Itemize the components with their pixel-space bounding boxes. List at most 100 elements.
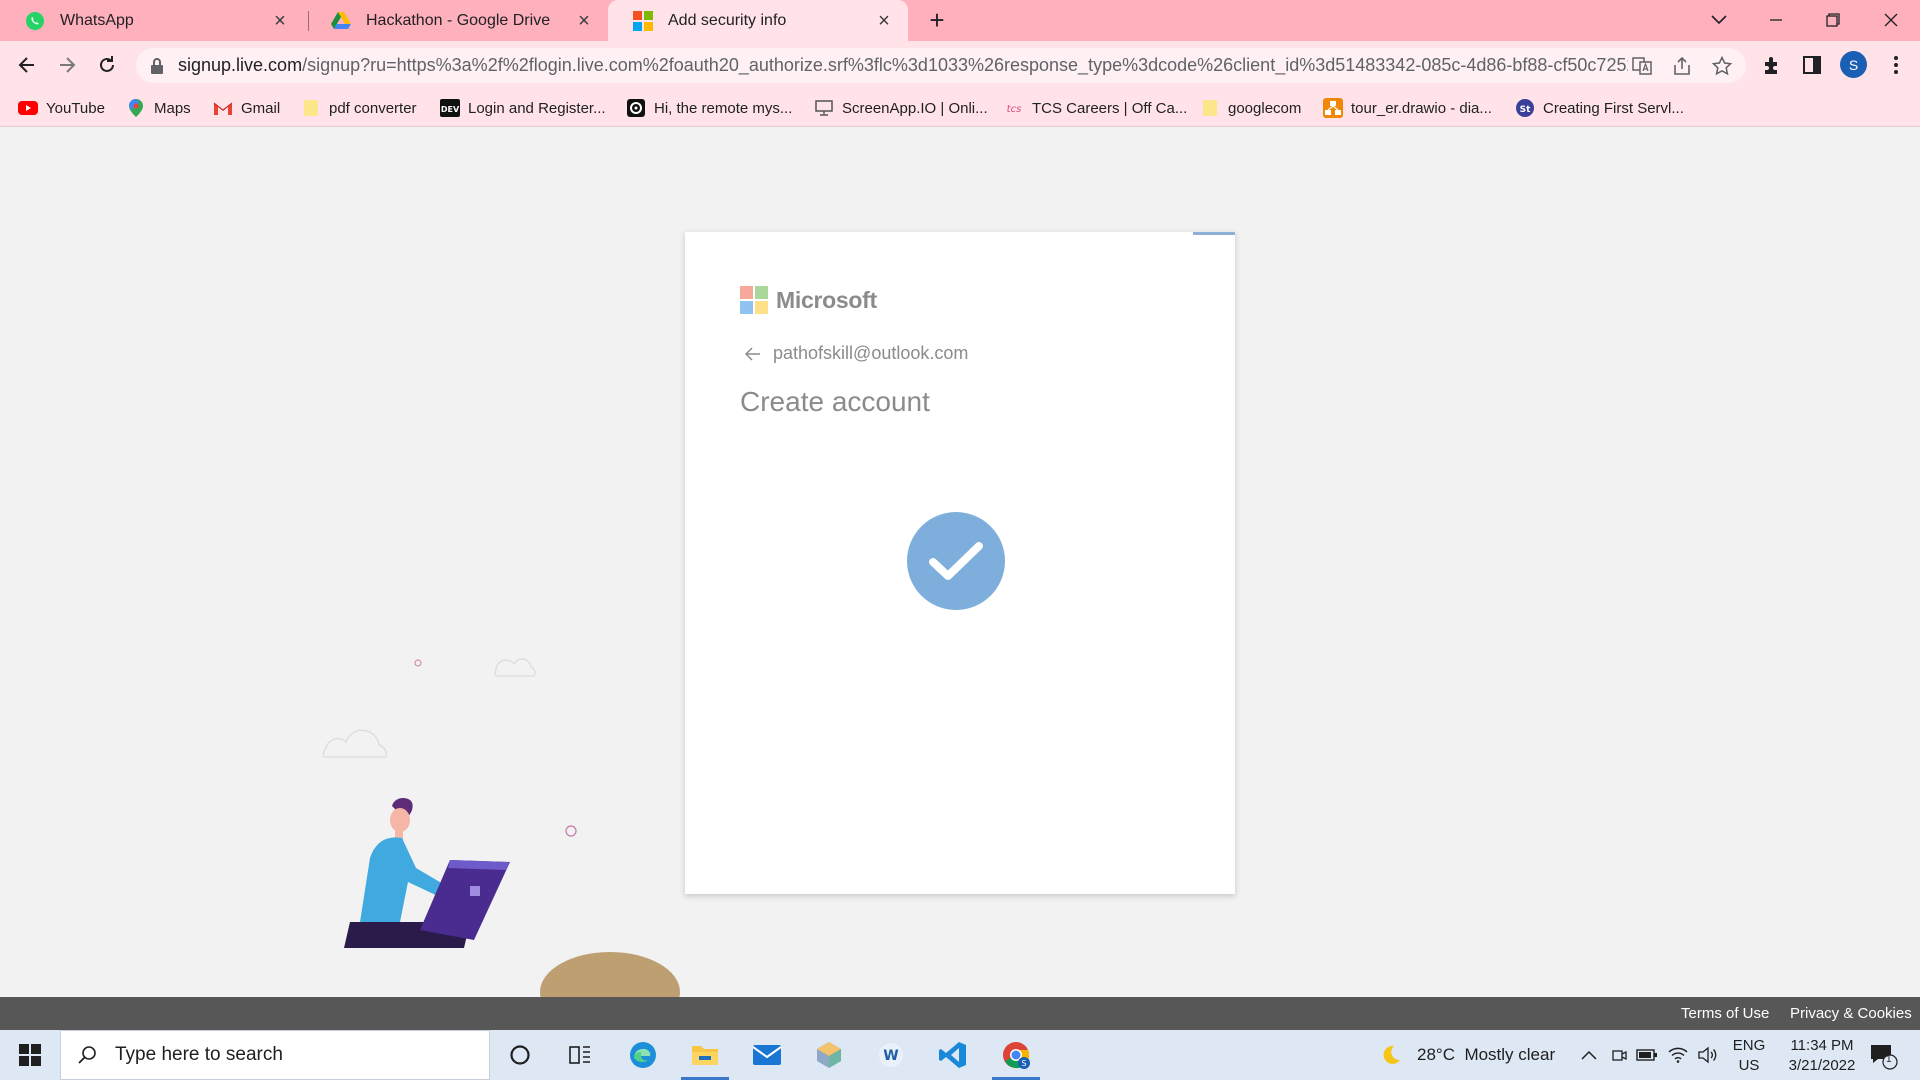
share-icon[interactable] [1672,56,1692,76]
translate-icon[interactable] [1632,56,1652,76]
browser-toolbar: signup.live.com/signup?ru=https%3a%2f%2f… [0,41,1920,89]
st-icon: St [1515,98,1535,118]
close-window-icon[interactable] [1875,4,1907,36]
folder-icon [301,98,321,118]
notifications-icon[interactable]: 1 [1868,1042,1898,1070]
svg-text:W: W [883,1048,898,1064]
moon-weather-icon[interactable] [1380,1044,1402,1066]
url-host: signup.live.com [178,55,303,75]
bookmark-drawio[interactable]: tour_er.drawio - dia... [1323,97,1492,119]
reload-icon[interactable] [91,49,123,81]
tab-title: Hackathon - Google Drive [366,11,551,29]
new-tab-button[interactable]: + [922,6,952,36]
tab-strip: WhatsApp × Hackathon - Google Drive × Ad… [0,0,1920,41]
folder-icon [1200,98,1220,118]
bookmark-gmail[interactable]: Gmail [213,97,280,119]
bookmark-label: pdf converter [329,99,417,117]
cortana-icon[interactable] [490,1030,550,1080]
bookmark-login-register[interactable]: DEV Login and Register... [440,97,606,119]
close-icon[interactable]: × [874,11,894,31]
chrome-icon[interactable]: S [986,1030,1046,1080]
terms-of-use-link[interactable]: Terms of Use [1681,1005,1769,1022]
whatsapp-icon [24,10,46,32]
bookmark-label: Login and Register... [468,99,606,117]
brand-name: Microsoft [776,286,877,313]
taskbar-search-box[interactable]: Type here to search [60,1030,490,1080]
google-drive-icon [330,10,352,32]
checkmark-icon [907,512,1005,610]
bookmark-pdf-converter[interactable]: pdf converter [301,97,417,119]
chevron-up-icon[interactable] [1578,1044,1600,1066]
bookmark-star-icon[interactable] [1712,56,1732,76]
privacy-cookies-link[interactable]: Privacy & Cookies [1790,1005,1912,1022]
bookmark-label: TCS Careers | Off Ca... [1032,99,1188,117]
bookmark-maps[interactable]: Maps [126,97,191,119]
windows-start-icon[interactable] [0,1030,60,1080]
region-code: US [1738,1057,1760,1074]
restore-icon[interactable] [1817,4,1849,36]
svg-text:S: S [1021,1059,1026,1068]
bookmark-screenapp[interactable]: ScreenApp.IO | Onli... [814,97,988,119]
search-placeholder: Type here to search [115,1044,283,1065]
mail-icon[interactable] [737,1030,797,1080]
weather-temp: 28°C [1417,1045,1455,1064]
cloud-icon [494,658,536,677]
tab-whatsapp[interactable]: WhatsApp × [0,0,304,41]
bookmark-servlet[interactable]: St Creating First Servl... [1515,97,1684,119]
microsoft-icon [740,286,768,314]
minimize-icon[interactable] [1760,4,1792,36]
background-illustration [322,658,680,998]
menu-icon[interactable] [1884,53,1908,77]
weather-widget[interactable]: 28°C Mostly clear [1417,1030,1555,1080]
arrow-left-icon[interactable] [745,345,763,363]
back-icon[interactable] [11,49,43,81]
meet-icon[interactable] [1608,1044,1630,1066]
tcs-icon: tcs [1004,98,1024,118]
address-bar[interactable]: signup.live.com/signup?ru=https%3a%2f%2f… [136,48,1746,83]
bookmarks-bar: YouTube Maps Gmail pdf converter DEV Log… [0,89,1920,127]
bookmark-remote-mystery[interactable]: Hi, the remote mys... [626,97,792,119]
edge-icon[interactable] [613,1030,673,1080]
bookmark-youtube[interactable]: YouTube [18,97,105,119]
bookmark-tcs-careers[interactable]: tcs TCS Careers | Off Ca... [1004,97,1188,119]
language-indicator[interactable]: ENG US [1732,1036,1766,1076]
tab-google-drive[interactable]: Hackathon - Google Drive × [306,0,608,41]
microsoft-icon [632,10,654,32]
volume-icon[interactable] [1697,1044,1719,1066]
bookmark-googlecom[interactable]: googlecom [1200,97,1301,119]
app-cube-icon[interactable] [799,1030,859,1080]
tab-search-icon[interactable] [1703,4,1735,36]
bookmark-label: Hi, the remote mys... [654,99,793,117]
svg-text:DEV: DEV [441,105,460,114]
file-explorer-icon[interactable] [675,1030,735,1080]
lock-icon[interactable] [150,57,166,75]
svg-text:tcs: tcs [1007,104,1022,115]
task-view-icon[interactable] [550,1030,610,1080]
bookmark-label: Creating First Servl... [1543,99,1684,117]
close-icon[interactable]: × [574,11,594,31]
svg-text:St: St [1520,105,1531,115]
wifi-icon[interactable] [1667,1044,1689,1066]
decor-dot [565,825,577,837]
vscode-icon[interactable] [923,1030,983,1080]
extensions-icon[interactable] [1760,53,1784,77]
page-title: Create account [740,386,930,417]
youtube-icon [18,98,38,118]
identity-email: pathofskill@outlook.com [773,343,969,363]
battery-icon[interactable] [1636,1044,1658,1066]
close-icon[interactable]: × [270,11,290,31]
url-text: signup.live.com/signup?ru=https%3a%2f%2f… [178,55,1628,76]
page-footer: Terms of Use Privacy & Cookies [0,997,1920,1030]
app-w-icon[interactable]: W [861,1030,921,1080]
bookmark-label: tour_er.drawio - dia... [1351,99,1492,117]
tab-add-security-info[interactable]: Add security info × [608,0,908,41]
maps-icon [126,98,146,118]
identity-banner[interactable]: pathofskill@outlook.com [745,343,968,364]
side-panel-icon[interactable] [1800,53,1824,77]
page-content: Microsoft pathofskill@outlook.com Create… [0,128,1920,998]
cloud-icon [322,729,387,758]
profile-avatar[interactable]: S [1840,51,1867,78]
taskbar-clock[interactable]: 11:34 PM 3/21/2022 [1772,1036,1872,1076]
forward-icon[interactable] [51,49,83,81]
dev-icon: DEV [440,98,460,118]
